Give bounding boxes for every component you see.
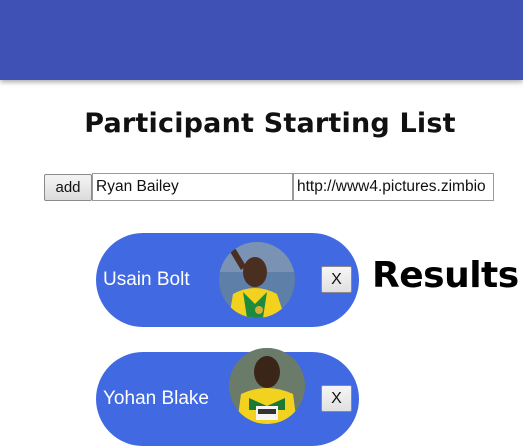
participant-card: Usain Bolt X — [96, 233, 359, 327]
athlete-avatar — [219, 242, 295, 318]
add-button[interactable]: add — [44, 174, 92, 201]
participant-photo-url-input[interactable] — [293, 173, 494, 201]
participant-name: Usain Bolt — [103, 269, 190, 290]
page-title: Participant Starting List — [84, 108, 456, 139]
results-heading: Results — [372, 255, 519, 296]
top-app-bar — [0, 0, 523, 80]
participant-card: Yohan Blake X — [96, 348, 359, 446]
athlete-avatar — [229, 348, 305, 424]
participant-name-input[interactable] — [92, 173, 293, 201]
remove-participant-button[interactable]: X — [321, 266, 352, 293]
remove-participant-button[interactable]: X — [321, 385, 352, 412]
participant-name: Yohan Blake — [103, 388, 210, 409]
